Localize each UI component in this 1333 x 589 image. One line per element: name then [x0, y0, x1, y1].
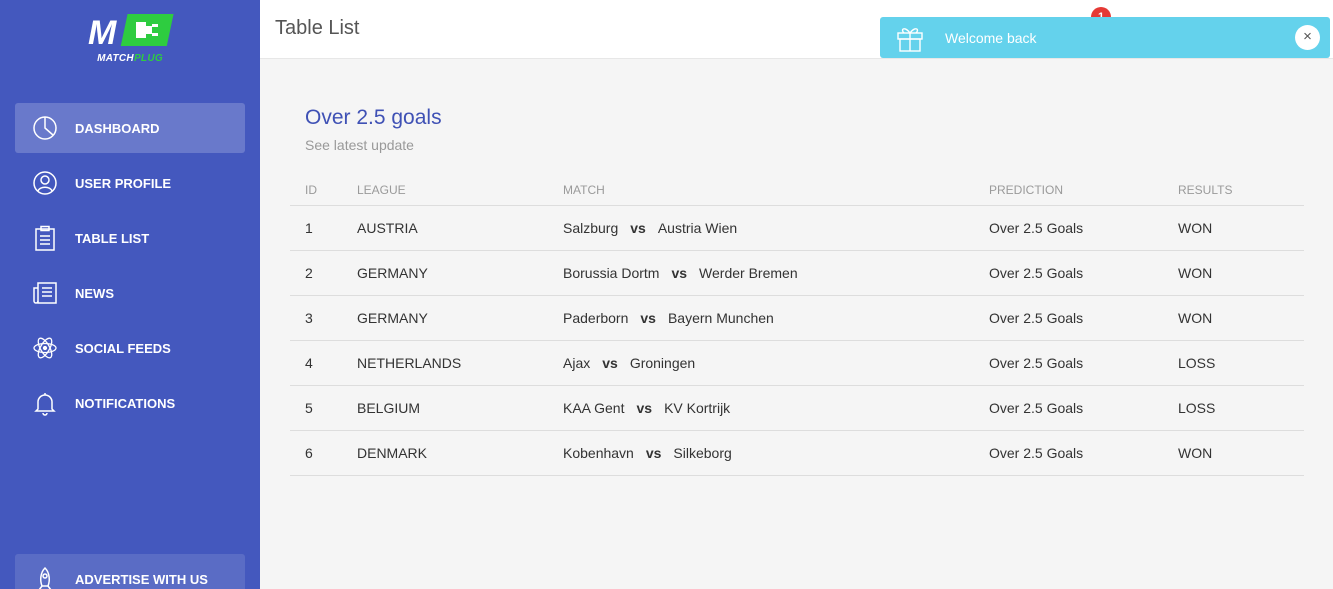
cell-match: Ajax vs Groningen	[548, 340, 974, 386]
page-title: Table List	[275, 17, 360, 39]
away-team: Groningen	[629, 354, 696, 371]
vs-label: vs	[671, 264, 688, 281]
newspaper-icon	[30, 278, 60, 308]
atom-icon	[30, 333, 60, 363]
column-header-results: RESULTS	[1163, 175, 1304, 206]
away-team: Werder Bremen	[699, 264, 798, 281]
cell-league: AUSTRIA	[342, 205, 548, 251]
cell-match: Paderborn vs Bayern Munchen	[548, 295, 974, 341]
cell-match: KAA Gent vs KV Kortrijk	[548, 385, 974, 431]
cell-prediction: Over 2.5 Goals	[974, 340, 1163, 386]
bell-icon	[30, 388, 60, 418]
sidebar-item-label: NOTIFICATIONS	[75, 395, 176, 411]
cell-result: WON	[1163, 295, 1304, 341]
cell-id: 2	[290, 250, 342, 296]
table-row: 1 AUSTRIA Salzburg vs Austria Wien Over 2.…	[290, 205, 1304, 251]
cell-id: 1	[290, 205, 342, 251]
sidebar-item-news[interactable]: NEWS	[15, 268, 245, 318]
sidebar-item-user-profile[interactable]: USER PROFILE	[15, 158, 245, 208]
advertise-label: ADVERTISE WITH US	[75, 571, 208, 587]
sidebar-item-label: DASHBOARD	[75, 120, 160, 136]
svg-text:M: M	[88, 14, 117, 52]
table-row: 5 BELGIUM KAA Gent vs KV Kortrijk Over 2.5…	[290, 385, 1304, 431]
table-row: 4 NETHERLANDS Ajax vs Groningen Over 2.5 G…	[290, 340, 1304, 386]
cell-id: 4	[290, 340, 342, 386]
cell-league: NETHERLANDS	[342, 340, 548, 386]
column-header-prediction: PREDICTION	[974, 175, 1163, 206]
predictions-table: ID LEAGUE MATCH PREDICTION RESULTS 1 AUS…	[290, 175, 1304, 476]
vs-label: vs	[636, 399, 653, 416]
card-subtitle: See latest update	[305, 137, 414, 153]
matchplug-logo[interactable]: M MATCHPLUG	[84, 12, 176, 66]
away-team: Bayern Munchen	[667, 309, 774, 326]
sidebar-item-notifications[interactable]: NOTIFICATIONS	[15, 378, 245, 428]
table-header-row: ID LEAGUE MATCH PREDICTION RESULTS	[290, 175, 1304, 206]
close-icon[interactable]: ×	[1295, 25, 1320, 50]
gift-icon	[895, 24, 925, 52]
column-header-id: ID	[290, 175, 342, 206]
clipboard-icon	[30, 223, 60, 253]
vs-label: vs	[640, 309, 656, 326]
logo-text: MATCHPLUG	[97, 53, 163, 64]
home-team: Paderborn	[563, 309, 629, 326]
cell-result: LOSS	[1163, 385, 1304, 431]
vs-label: vs	[602, 354, 618, 371]
home-team: Ajax	[563, 354, 591, 371]
sidebar-item-table-list[interactable]: TABLE LIST	[15, 213, 245, 263]
cell-result: LOSS	[1163, 340, 1304, 386]
user-icon	[30, 168, 60, 198]
home-team: Borussia Dortm	[563, 264, 660, 281]
table-row: 3 GERMANY Paderborn vs Bayern Munchen Over…	[290, 295, 1304, 341]
pie-chart-icon	[30, 113, 60, 143]
sidebar-item-label: USER PROFILE	[75, 175, 172, 191]
sidebar: M MATCHPLUG DASHBOARD USER PROFILE TABLE…	[0, 0, 260, 589]
cell-league: GERMANY	[342, 250, 548, 296]
sidebar-item-dashboard[interactable]: DASHBOARD	[15, 103, 245, 153]
away-team: Silkeborg	[673, 444, 732, 461]
table-row: 6 DENMARK Kobenhavn vs Silkeborg Over 2.5 …	[290, 430, 1304, 476]
cell-prediction: Over 2.5 Goals	[974, 205, 1163, 251]
cell-league: GERMANY	[342, 295, 548, 341]
vs-label: vs	[645, 444, 662, 461]
sidebar-item-label: NEWS	[75, 285, 114, 301]
cell-prediction: Over 2.5 Goals	[974, 295, 1163, 341]
cell-id: 5	[290, 385, 342, 431]
welcome-toast: Welcome back ×	[880, 17, 1330, 58]
logo-mark-icon: M	[88, 14, 174, 52]
sidebar-item-label: TABLE LIST	[75, 230, 150, 246]
sidebar-item-label: SOCIAL FEEDS	[75, 340, 171, 356]
cell-prediction: Over 2.5 Goals	[974, 430, 1163, 476]
cell-result: WON	[1163, 205, 1304, 251]
cell-result: WON	[1163, 250, 1304, 296]
vs-label: vs	[630, 219, 646, 236]
toast-message: Welcome back	[945, 30, 1037, 46]
home-team: Salzburg	[563, 219, 619, 236]
cell-league: BELGIUM	[342, 385, 548, 431]
sidebar-item-social-feeds[interactable]: SOCIAL FEEDS	[15, 323, 245, 373]
column-header-match: MATCH	[548, 175, 974, 206]
home-team: KAA Gent	[563, 399, 625, 416]
rocket-icon	[30, 564, 60, 589]
cell-result: WON	[1163, 430, 1304, 476]
cell-prediction: Over 2.5 Goals	[974, 250, 1163, 296]
cell-match: Kobenhavn vs Silkeborg	[548, 430, 974, 476]
column-header-league: LEAGUE	[342, 175, 548, 206]
cell-league: DENMARK	[342, 430, 548, 476]
cell-prediction: Over 2.5 Goals	[974, 385, 1163, 431]
away-team: Austria Wien	[657, 219, 738, 236]
cell-match: Salzburg vs Austria Wien	[548, 205, 974, 251]
away-team: KV Kortrijk	[664, 399, 731, 416]
cell-id: 6	[290, 430, 342, 476]
cell-match: Borussia Dortm vs Werder Bremen	[548, 250, 974, 296]
card-title: Over 2.5 goals	[305, 106, 442, 129]
home-team: Kobenhavn	[563, 444, 634, 461]
table-row: 2 GERMANY Borussia Dortm vs Werder Bremen …	[290, 250, 1304, 296]
advertise-button[interactable]: ADVERTISE WITH US	[15, 554, 245, 589]
cell-id: 3	[290, 295, 342, 341]
